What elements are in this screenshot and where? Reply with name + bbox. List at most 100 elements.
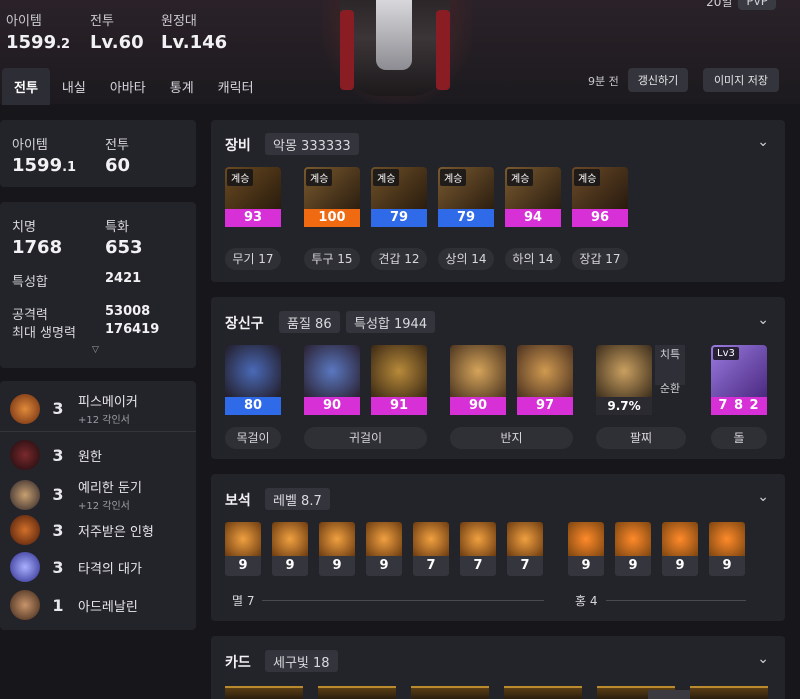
spec-stat: 특화 653 [105, 220, 143, 258]
annihilation-gem-count: 멸 7 [232, 594, 255, 608]
total-stats-value: 2421 [105, 271, 142, 286]
tab-avatar[interactable]: 아바타 [98, 68, 158, 105]
helmet-label: 투구 15 [304, 248, 360, 270]
card-slot[interactable] [690, 686, 768, 699]
gem-crimson-flame[interactable]: 9 [568, 522, 604, 576]
pvp-badge: PvP [738, 0, 776, 10]
gem-group-divider [606, 600, 746, 601]
tab-bar: 전투 내실 아바타 통계 캐릭터 [2, 68, 266, 105]
quality-badge: 품질 86 [279, 311, 340, 333]
chest-label: 상의 14 [438, 248, 494, 270]
chevron-down-icon[interactable]: ⌄ [757, 134, 769, 150]
max-hp-value: 176419 [105, 322, 160, 337]
ability-stone[interactable]: Lv3 7 8 2 [711, 345, 767, 415]
total-stats-badge: 특성합 1944 [346, 311, 436, 333]
earrings-label: 귀걸이 [304, 427, 427, 449]
accessory-earring-2[interactable]: 91 [371, 345, 427, 415]
shoulder-label: 견갑 12 [371, 248, 427, 270]
gem-level-badge: 레벨 8.7 [265, 488, 330, 510]
gem-crimson-flame[interactable]: 9 [662, 522, 698, 576]
necklace-label: 목걸이 [225, 427, 281, 449]
gem-annihilation[interactable]: 7 [507, 522, 543, 576]
bracelet-label: 팔찌 [596, 427, 686, 449]
total-stats-label: 특성합 [12, 275, 48, 290]
cursed-doll-icon [10, 515, 40, 545]
header-item-level: 아이템 1599.2 [6, 14, 71, 53]
header-top-right: 20일 PvP [706, 0, 776, 10]
weapon-label: 무기 17 [225, 248, 281, 270]
engraving-row[interactable]: 3 피스메이커 +12 각인서 [10, 391, 190, 426]
equipment-set-badge: 악몽 333333 [265, 133, 359, 155]
equipment-helmet[interactable]: 계승 100 [304, 167, 360, 227]
gem-annihilation[interactable]: 9 [272, 522, 308, 576]
accessory-necklace[interactable]: 80 [225, 345, 281, 415]
stone-label: 돌 [711, 427, 767, 449]
level-summary-card: 아이템 1599.1 전투 60 [0, 120, 196, 187]
max-hp-label: 최대 생명력 [12, 326, 76, 341]
card-slot[interactable] [411, 686, 489, 699]
gem-annihilation[interactable]: 7 [413, 522, 449, 576]
gem-annihilation[interactable]: 9 [225, 522, 261, 576]
equipment-weapon[interactable]: 계승 93 [225, 167, 281, 227]
attack-label: 공격력 [12, 308, 48, 323]
accessory-bracelet[interactable]: 9.7% [596, 345, 652, 415]
gem-crimson-flame[interactable]: 9 [709, 522, 745, 576]
rings-label: 반지 [450, 427, 573, 449]
crit-stat: 치명 1768 [12, 220, 63, 258]
gem-annihilation[interactable]: 9 [319, 522, 355, 576]
engraving-row[interactable]: 1 아드레날린 [10, 590, 190, 620]
peacemaker-icon [10, 393, 40, 424]
accessories-title: 장신구 [225, 316, 264, 332]
equipment-card: 장비 악몽 333333 ⌄ [211, 120, 785, 282]
chevron-down-icon[interactable]: ⌄ [757, 651, 769, 667]
expand-stats-icon[interactable]: ▽ [92, 345, 99, 355]
last-updated: 9분 전 [588, 75, 619, 88]
equipment-gloves[interactable]: 계승 96 [572, 167, 628, 227]
equipment-shoulder[interactable]: 계승 79 [371, 167, 427, 227]
gloves-label: 장갑 17 [572, 248, 628, 270]
equipment-pants[interactable]: 계승 94 [505, 167, 561, 227]
engraving-row[interactable]: 3 타격의 대가 [10, 552, 190, 582]
accessory-earring-1[interactable]: 90 [304, 345, 360, 415]
character-portrait [322, 0, 472, 104]
card-slot[interactable] [504, 686, 582, 699]
save-image-button[interactable]: 이미지 저장 [703, 68, 779, 92]
chevron-down-icon[interactable]: ⌄ [757, 489, 769, 505]
engraving-row[interactable]: 3 원한 [10, 440, 190, 470]
engraving-row[interactable]: 3 예리한 둔기 +12 각인서 [10, 477, 190, 512]
equipment-chest[interactable]: 계승 79 [438, 167, 494, 227]
equipment-title: 장비 [225, 138, 251, 154]
engraving-row[interactable]: 3 저주받은 인형 [10, 515, 190, 545]
bracelet-tags: 치특 순환 [655, 345, 685, 395]
header-expedition-level: 원정대 Lv.146 [161, 14, 228, 53]
cards-title: 카드 [225, 655, 251, 671]
character-header: 아이템 1599.2 전투 Lv.60 원정대 Lv.146 20일 PvP 전… [0, 0, 800, 105]
master-brawler-icon [10, 552, 40, 582]
adrenaline-icon [10, 590, 40, 620]
gem-annihilation[interactable]: 9 [366, 522, 402, 576]
chevron-down-icon[interactable]: ⌄ [757, 312, 769, 328]
grudge-icon [10, 440, 40, 470]
item-level-stat: 아이템 1599.1 [12, 138, 77, 176]
card-slot[interactable] [225, 686, 303, 699]
accessory-ring-1[interactable]: 90 [450, 345, 506, 415]
scrollbar[interactable] [648, 690, 690, 699]
combat-level-stat: 전투 60 [105, 138, 131, 176]
gem-annihilation[interactable]: 7 [460, 522, 496, 576]
attack-value: 53008 [105, 304, 151, 319]
gem-crimson-flame[interactable]: 9 [615, 522, 651, 576]
refresh-button[interactable]: 갱신하기 [628, 68, 688, 92]
accessory-ring-2[interactable]: 97 [517, 345, 573, 415]
card-set-badge: 세구빛 18 [265, 650, 338, 672]
tab-combat[interactable]: 전투 [2, 68, 50, 105]
gem-group-divider [262, 600, 544, 601]
pants-label: 하의 14 [505, 248, 561, 270]
tab-character[interactable]: 캐릭터 [206, 68, 266, 105]
tab-inner[interactable]: 내실 [50, 68, 98, 105]
engraving-divider [0, 431, 196, 432]
gems-title: 보석 [225, 493, 251, 509]
crimson-gem-count: 홍 4 [575, 594, 598, 608]
keen-blunt-weapon-icon [10, 479, 40, 510]
card-slot[interactable] [318, 686, 396, 699]
tab-stats[interactable]: 통계 [158, 68, 206, 105]
